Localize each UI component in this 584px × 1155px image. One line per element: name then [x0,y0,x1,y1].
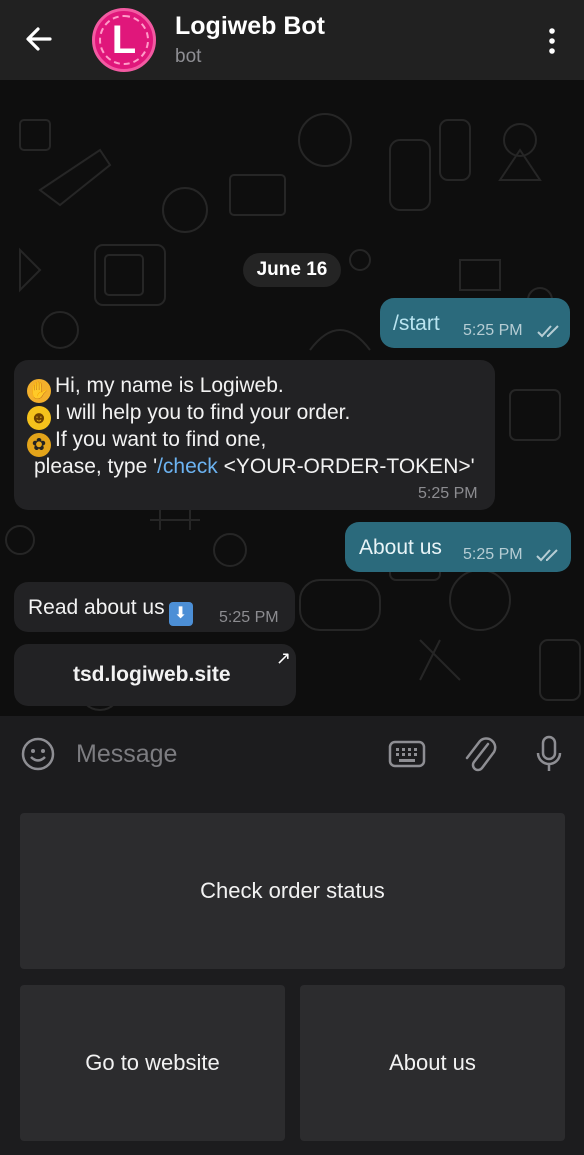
url-inline-button[interactable]: tsd.logiweb.site ↗ [14,644,296,706]
incoming-message[interactable]: ✋ Hi, my name is Logiweb. ☻ I will help yo… [14,360,495,510]
bee-icon: ✿ [27,433,51,457]
outgoing-message[interactable]: /start 5:25 PM [380,298,570,348]
chat-area[interactable]: June 16 /start 5:25 PM ✋ Hi, my name is L… [0,80,584,716]
bot-command-link[interactable]: /check [157,455,218,478]
back-arrow-icon[interactable] [22,22,56,56]
microphone-icon[interactable] [534,734,564,774]
message-time: 5:25 PM [463,546,523,563]
message-line-text: please, type ' [34,455,158,478]
waving-hand-icon: ✋ [27,379,51,403]
message-line-text: Hi, my name is Logiweb. [55,374,284,397]
read-checkmarks-icon [537,325,559,338]
message-input[interactable]: Message [76,740,177,769]
bot-reply-keyboard: Check order status Go to website About u… [0,794,584,1155]
outgoing-message[interactable]: About us 5:25 PM [345,522,571,572]
message-line-text: If you want to find one, [55,428,267,451]
avatar[interactable]: L [92,8,156,72]
attach-icon[interactable] [462,734,498,774]
go-to-website-button[interactable]: Go to website [20,985,285,1141]
message-text[interactable]: About us [359,534,442,561]
grinning-face-icon: ☻ [27,406,51,430]
read-checkmarks-icon [536,549,558,562]
date-separator: June 16 [243,253,341,287]
message-composer: Message [0,716,584,794]
message-line-text: I will help you to find your order. [55,401,351,424]
external-link-icon: ↗ [276,648,292,668]
url-button-label: tsd.logiweb.site [73,663,231,686]
message-time: 5:25 PM [463,322,523,339]
chat-subtitle: bot [175,46,202,67]
avatar-letter: L [99,15,149,65]
down-arrow-button-icon: ⬇ [168,602,193,626]
message-content: Read about us ⬇ [28,594,193,626]
about-us-button[interactable]: About us [300,985,565,1141]
message-text: Read about us [28,596,165,619]
chat-header: L Logiweb Bot bot [0,0,584,80]
message-time: 5:25 PM [219,609,279,626]
chat-title[interactable]: Logiweb Bot [175,12,325,41]
message-line: ☻ I will help you to find your order. [27,401,350,430]
message-time: 5:25 PM [418,485,478,502]
message-line: ✿ If you want to find one, [27,428,266,457]
message-text[interactable]: /start [393,310,440,337]
incoming-message[interactable]: Read about us ⬇ 5:25 PM [14,582,295,632]
check-order-status-button[interactable]: Check order status [20,813,565,969]
more-options-icon[interactable] [540,26,564,56]
message-line: please, type '/check <YOUR-ORDER-TOKEN>' [34,455,475,479]
bot-keyboard-icon[interactable] [388,738,426,770]
message-line-text: <YOUR-ORDER-TOKEN>' [217,455,475,478]
message-line: ✋ Hi, my name is Logiweb. [27,374,284,403]
emoji-icon[interactable] [20,736,56,772]
